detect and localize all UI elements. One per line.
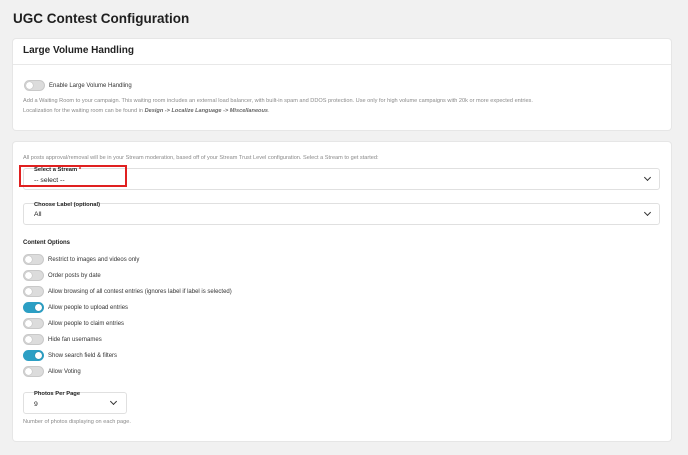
label-select[interactable]: Choose Label (optional) All	[23, 202, 660, 225]
photos-per-page-help: Number of photos displaying on each page…	[23, 419, 131, 425]
toggle-allow-upload[interactable]	[23, 302, 44, 313]
photos-per-page-select[interactable]: Photos Per Page 9	[23, 391, 127, 414]
toggle-search-filters[interactable]	[23, 350, 44, 361]
large-volume-heading: Large Volume Handling	[13, 39, 671, 65]
chevron-down-icon	[643, 173, 652, 182]
large-volume-card: Large Volume Handling Enable Large Volum…	[13, 39, 671, 130]
option-label: Order posts by date	[48, 273, 101, 279]
option-label: Allow Voting	[48, 369, 81, 375]
option-label: Restrict to images and videos only	[48, 257, 140, 263]
toggle-restrict-media[interactable]	[23, 254, 44, 265]
photos-per-page-value: 9	[34, 401, 38, 408]
toggle-allow-claim[interactable]	[23, 318, 44, 329]
toggle-hide-usernames[interactable]	[23, 334, 44, 345]
stream-intro-text: All posts approval/removal will be in yo…	[23, 155, 379, 161]
large-volume-toggle-label: Enable Large Volume Handling	[49, 83, 132, 89]
content-options-heading: Content Options	[23, 240, 70, 246]
option-label: Allow people to upload entries	[48, 305, 129, 311]
photos-per-page-label: Photos Per Page	[34, 391, 81, 397]
option-label: Allow browsing of all contest entries (i…	[48, 289, 232, 295]
option-label: Allow people to claim entries	[48, 321, 125, 327]
localization-path: Design -> Localize Language -> Miscellan…	[144, 108, 269, 114]
chevron-down-icon	[109, 397, 118, 406]
highlight-box	[19, 165, 127, 187]
toggle-order-by-date[interactable]	[23, 270, 44, 281]
option-label: Show search field & filters	[48, 353, 118, 359]
large-volume-description-line2: Localization for the waiting room can be…	[23, 108, 270, 114]
large-volume-toggle[interactable]	[24, 80, 45, 91]
toggle-browse-all[interactable]	[23, 286, 44, 297]
chevron-down-icon	[643, 208, 652, 217]
large-volume-description-line1: Add a Waiting Room to your campaign. Thi…	[23, 98, 533, 104]
option-label: Hide fan usernames	[48, 337, 102, 343]
page-title: UGC Contest Configuration	[13, 11, 190, 26]
toggle-allow-voting[interactable]	[23, 366, 44, 377]
label-select-value: All	[34, 211, 42, 218]
label-select-label: Choose Label (optional)	[34, 202, 101, 208]
